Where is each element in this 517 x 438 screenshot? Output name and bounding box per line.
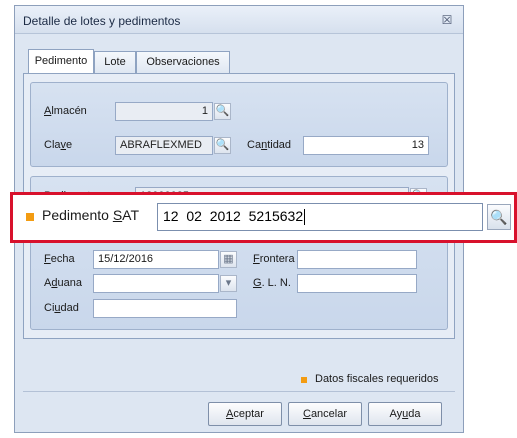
pedimento-sat-highlight: Pedimento SAT 12 02 2012 5215632 🔍 (10, 192, 517, 243)
fecha-label: Fecha (44, 253, 75, 265)
pedimento-sat-label: Pedimento SAT (42, 207, 140, 223)
required-marker-icon (26, 213, 34, 221)
close-icon[interactable]: ☒ (439, 12, 455, 28)
almacen-field[interactable]: 1 (115, 102, 213, 121)
title-bar[interactable]: Detalle de lotes y pedimentos ☒ (15, 6, 463, 34)
tab-lote[interactable]: Lote (94, 51, 136, 73)
frontera-field[interactable] (297, 250, 417, 269)
required-legend-text: Datos fiscales requeridos (315, 373, 439, 385)
aduana-select[interactable] (93, 274, 219, 293)
clave-label: Clave (44, 139, 73, 151)
gln-label: G. L. N. (253, 277, 291, 289)
accept-button[interactable]: Aceptar (208, 402, 282, 426)
cancel-button[interactable]: Cancelar (288, 402, 362, 426)
tab-observaciones[interactable]: Observaciones (136, 51, 230, 73)
pedimento-sat-input[interactable]: 12 02 2012 5215632 (157, 203, 483, 231)
aduana-label: Aduana (44, 277, 82, 289)
fecha-field[interactable]: 15/12/2016 (93, 250, 219, 269)
text-caret (304, 209, 306, 226)
tab-pedimento[interactable]: Pedimento (28, 49, 94, 73)
pedimento-sat-search-icon[interactable]: 🔍 (487, 204, 511, 230)
stock-groupbox: Almacén 1 🔍 Clave ABRAFLEXMED 🔍 Cantidad… (30, 82, 448, 167)
help-button[interactable]: Ayuda (368, 402, 442, 426)
gln-field[interactable] (297, 274, 417, 293)
cantidad-label: Cantidad (247, 139, 292, 151)
footer-separator (23, 391, 455, 392)
window-title: Detalle de lotes y pedimentos (23, 14, 181, 28)
chevron-down-icon[interactable]: ▾ (220, 275, 237, 292)
required-marker-icon (301, 377, 307, 383)
cantidad-field[interactable]: 13 (303, 136, 429, 155)
calendar-icon[interactable]: ▦ (220, 251, 237, 268)
ciudad-field[interactable] (93, 299, 237, 318)
clave-field[interactable]: ABRAFLEXMED (115, 136, 213, 155)
almacen-search-icon[interactable]: 🔍 (214, 103, 231, 120)
ciudad-label: Ciudad (44, 302, 79, 314)
almacen-label: Almacén (44, 105, 87, 117)
clave-search-icon[interactable]: 🔍 (214, 137, 231, 154)
frontera-label: Frontera (253, 253, 295, 265)
